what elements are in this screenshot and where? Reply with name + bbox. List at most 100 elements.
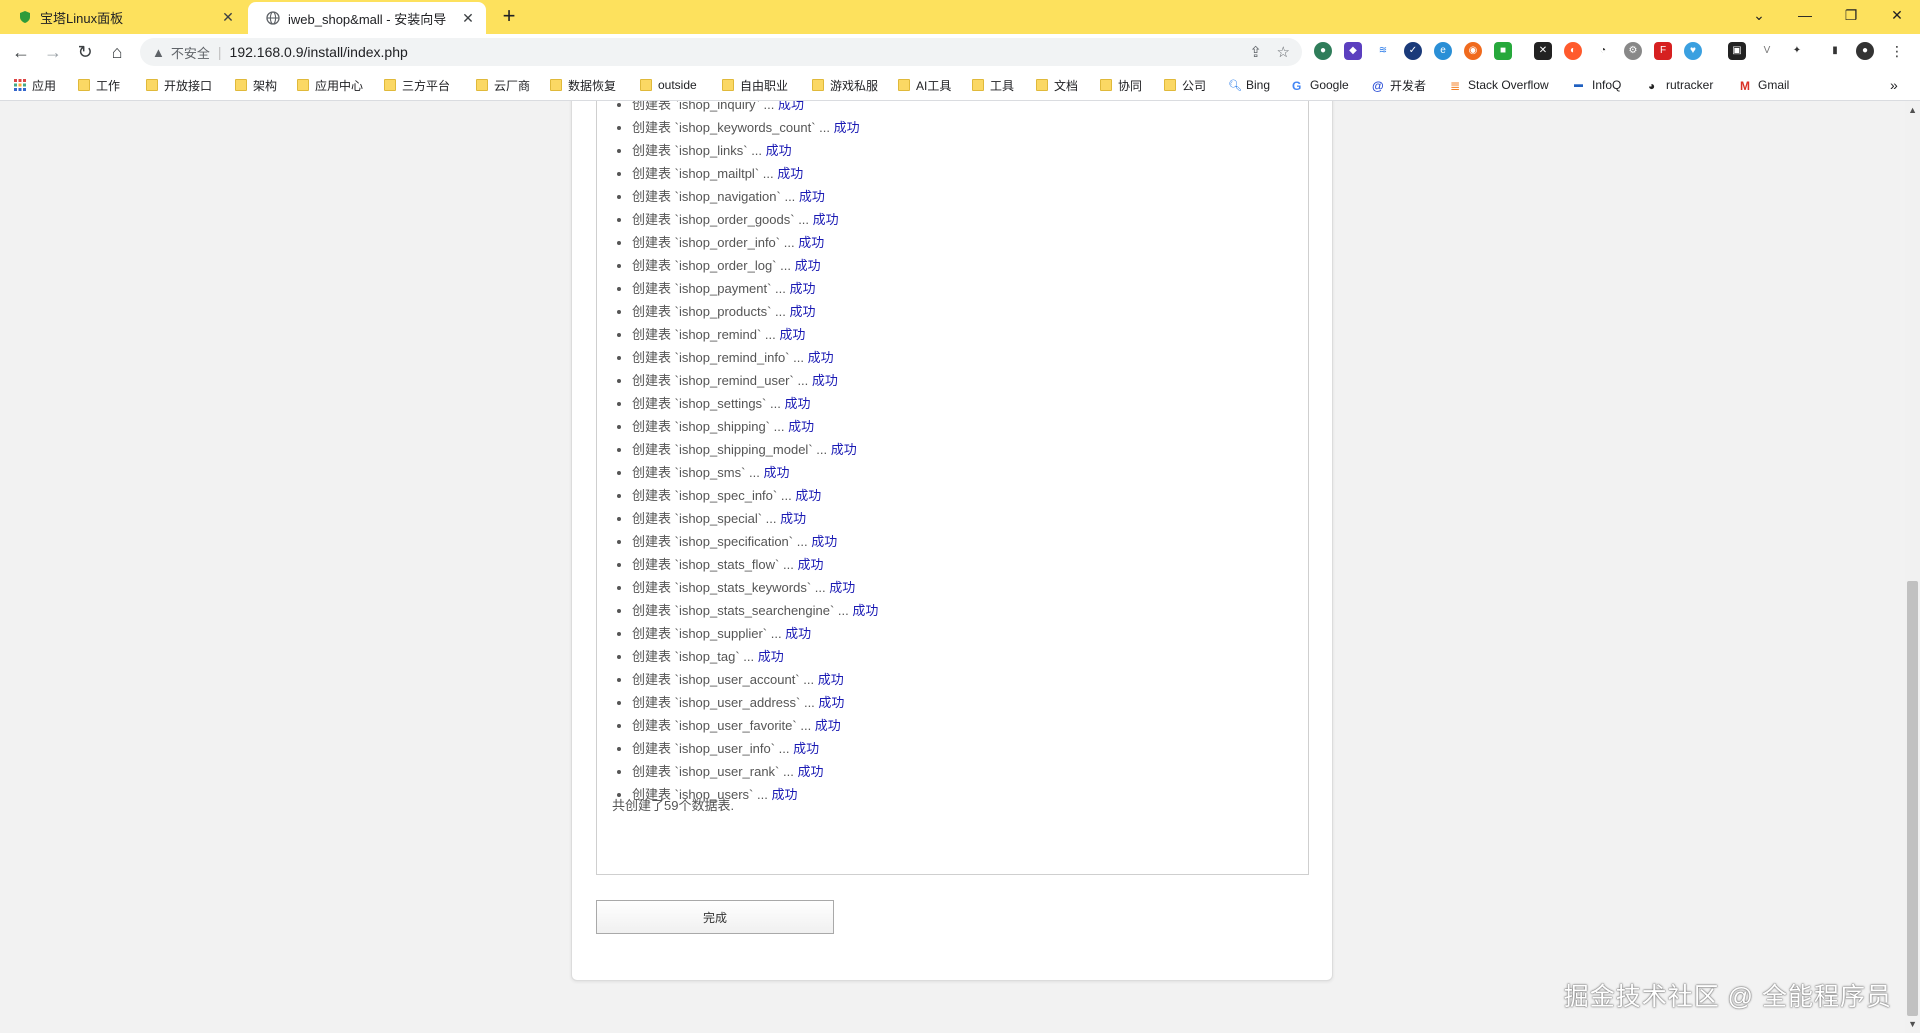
scrollbar[interactable]: ▲ ▼ bbox=[1905, 101, 1920, 1033]
minimize-icon[interactable]: — bbox=[1782, 0, 1828, 30]
bookmark-folder[interactable]: 架构 bbox=[235, 70, 277, 100]
extension-green-icon[interactable]: ■ bbox=[1494, 42, 1512, 60]
bookmark-label: 云厂商 bbox=[494, 78, 531, 93]
bookmark-infoq[interactable]: ▬ InfoQ bbox=[1574, 70, 1621, 100]
restore-icon[interactable]: ❐ bbox=[1828, 0, 1874, 30]
menu-icon[interactable]: ⋮ bbox=[1888, 42, 1906, 60]
extension-red-icon[interactable]: F bbox=[1654, 42, 1672, 60]
extension-x-icon[interactable]: ✕ bbox=[1534, 42, 1552, 60]
status-success: 成功 bbox=[794, 258, 821, 273]
bookmark-label: 应用 bbox=[32, 78, 57, 93]
bookmark-label: 开放接口 bbox=[164, 78, 213, 93]
bookmark-rutracker[interactable]: ◕ rutracker bbox=[1648, 70, 1713, 100]
status-success: 成功 bbox=[797, 557, 824, 572]
status-success: 成功 bbox=[777, 101, 804, 112]
reload-icon[interactable]: ↻ bbox=[73, 40, 97, 64]
warning-triangle-icon[interactable]: ▲ bbox=[152, 45, 165, 60]
bookmark-folder[interactable]: 云厂商 bbox=[476, 70, 530, 100]
list-item: 创建表 `ishop_order_log` ... 成功 bbox=[632, 254, 878, 277]
bookmark-google[interactable]: G Google bbox=[1292, 70, 1349, 100]
extension-layers-icon[interactable]: ≋ bbox=[1374, 42, 1392, 60]
bookmarks-overflow-icon[interactable]: » bbox=[1890, 70, 1898, 100]
extension-gear-icon[interactable]: ⚙ bbox=[1624, 42, 1642, 60]
extension-globe-icon[interactable]: ● bbox=[1314, 42, 1332, 60]
folder-icon bbox=[78, 79, 90, 91]
extension-firefox-icon[interactable]: ◐ bbox=[1564, 42, 1582, 60]
status-success: 成功 bbox=[788, 419, 815, 434]
list-item: 创建表 `ishop_supplier` ... 成功 bbox=[632, 622, 878, 645]
divider: | bbox=[217, 44, 222, 60]
list-item: 创建表 `ishop_remind_user` ... 成功 bbox=[632, 369, 878, 392]
close-icon[interactable]: ✕ bbox=[220, 9, 236, 25]
bookmark-folder[interactable]: 数据恢复 bbox=[550, 70, 616, 100]
scroll-down-icon[interactable]: ▼ bbox=[1908, 1019, 1917, 1029]
avatar[interactable]: ● bbox=[1856, 42, 1874, 60]
bookmark-label: 协同 bbox=[1118, 78, 1143, 93]
bookmark-folder[interactable]: 游戏私服 bbox=[812, 70, 878, 100]
status-success: 成功 bbox=[777, 166, 804, 181]
bookmark-stackoverflow[interactable]: ≣ Stack Overflow bbox=[1450, 70, 1549, 100]
extension-bird-icon[interactable]: ♥ bbox=[1684, 42, 1702, 60]
log-text: 创建表 `ishop_stats_keywords` ... bbox=[632, 580, 830, 595]
done-button[interactable]: 完成 bbox=[596, 900, 834, 934]
bookmark-folder[interactable]: outside bbox=[640, 70, 697, 100]
bookmark-developer[interactable]: @ 开发者 bbox=[1372, 70, 1426, 100]
home-icon[interactable]: ⌂ bbox=[105, 40, 129, 64]
bookmark-folder[interactable]: 协同 bbox=[1100, 70, 1142, 100]
bookmark-star-icon[interactable]: ☆ bbox=[1277, 43, 1290, 61]
bookmark-folder[interactable]: AI工具 bbox=[898, 70, 951, 100]
new-tab-icon[interactable]: + bbox=[497, 5, 521, 28]
forward-arrow-icon[interactable]: → bbox=[41, 40, 65, 64]
bookmark-folder[interactable]: 开放接口 bbox=[146, 70, 212, 100]
folder-icon bbox=[476, 79, 488, 91]
extensions-puzzle-icon[interactable]: ✦ bbox=[1788, 42, 1806, 60]
tab-baota[interactable]: 宝塔Linux面板 ✕ bbox=[0, 0, 246, 34]
extension-puzzle-icon[interactable]: ◆ bbox=[1344, 42, 1362, 60]
share-icon[interactable]: ⇪ bbox=[1249, 43, 1262, 61]
status-success: 成功 bbox=[830, 442, 857, 457]
bookmark-folder[interactable]: 三方平台 bbox=[384, 70, 450, 100]
close-window-icon[interactable]: ✕ bbox=[1874, 0, 1920, 30]
log-text: 创建表 `ishop_sms` ... bbox=[632, 465, 764, 480]
extension-dark-icon[interactable]: ▣ bbox=[1728, 42, 1746, 60]
bookmark-folder[interactable]: 文档 bbox=[1036, 70, 1078, 100]
scroll-thumb[interactable] bbox=[1907, 581, 1918, 1016]
bookmark-folder[interactable]: 工作 bbox=[78, 70, 120, 100]
tab-iweb-install[interactable]: iweb_shop&mall - 安装向导 ✕ bbox=[248, 2, 486, 34]
status-success: 成功 bbox=[833, 120, 860, 135]
list-item: 创建表 `ishop_user_rank` ... 成功 bbox=[632, 760, 878, 783]
scroll-up-icon[interactable]: ▲ bbox=[1908, 105, 1917, 115]
back-arrow-icon[interactable]: ← bbox=[9, 40, 33, 64]
status-success: 成功 bbox=[763, 465, 790, 480]
bookmark-folder[interactable]: 应用中心 bbox=[297, 70, 363, 100]
bookmark-bing[interactable]: 🔍︎ Bing bbox=[1228, 70, 1270, 100]
bookmark-apps[interactable]: 应用 bbox=[14, 70, 56, 100]
tab-search-icon[interactable]: ⌄ bbox=[1736, 0, 1782, 30]
status-success: 成功 bbox=[829, 580, 856, 595]
url-text[interactable]: 192.168.0.9/install/index.php bbox=[230, 44, 408, 60]
log-text: 创建表 `ishop_navigation` ... bbox=[632, 189, 799, 204]
bookmark-gmail[interactable]: M Gmail bbox=[1740, 70, 1789, 100]
extension-orange-icon[interactable]: ◉ bbox=[1464, 42, 1482, 60]
bookmark-label: 游戏私服 bbox=[830, 78, 879, 93]
security-label[interactable]: 不安全 bbox=[171, 43, 210, 62]
folder-icon bbox=[550, 79, 562, 91]
list-item: 创建表 `ishop_inquiry` ... 成功 bbox=[632, 101, 878, 116]
bookmark-folder[interactable]: 公司 bbox=[1164, 70, 1206, 100]
close-icon[interactable]: ✕ bbox=[460, 10, 476, 26]
bookmark-folder[interactable]: 自由职业 bbox=[722, 70, 788, 100]
bookmark-label: outside bbox=[658, 78, 697, 92]
extension-edge-icon[interactable]: e bbox=[1434, 42, 1452, 60]
address-bar[interactable]: ▲ 不安全 | 192.168.0.9/install/index.php ⇪ … bbox=[140, 38, 1302, 66]
bookmark-label: 文档 bbox=[1054, 78, 1079, 93]
extension-gauge-icon[interactable]: ◔ bbox=[1594, 42, 1612, 60]
bookmark-label: Gmail bbox=[1758, 78, 1790, 92]
extension-check-icon[interactable]: ✓ bbox=[1404, 42, 1422, 60]
bookmark-label: 公司 bbox=[1182, 78, 1207, 93]
bookmark-label: AI工具 bbox=[916, 78, 952, 93]
folder-icon bbox=[898, 79, 910, 91]
status-success: 成功 bbox=[779, 327, 806, 342]
bookmark-folder[interactable]: 工具 bbox=[972, 70, 1014, 100]
sidebar-icon[interactable]: ▮ bbox=[1826, 42, 1844, 60]
extension-v-icon[interactable]: V bbox=[1758, 42, 1776, 60]
